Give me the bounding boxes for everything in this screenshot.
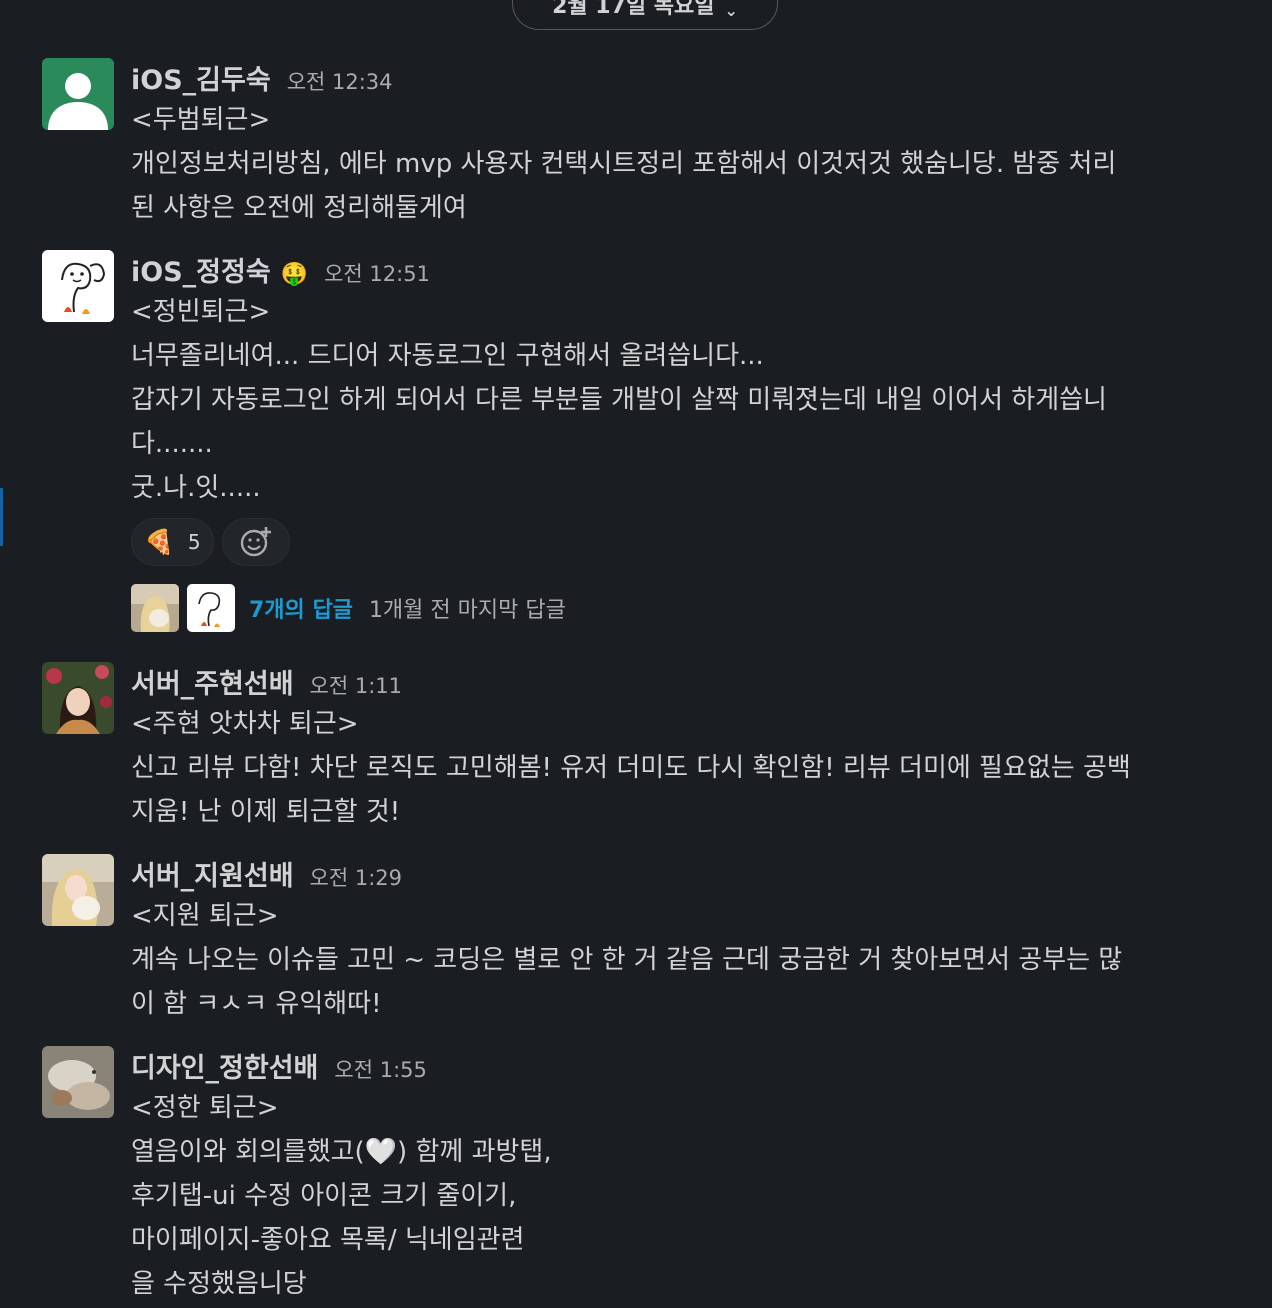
message-body: <두범퇴근> 개인정보처리방침, 에타 mvp 사용자 컨택시트정리 포함해서 … <box>131 98 1248 230</box>
author-name[interactable]: iOS_정정숙 <box>131 250 271 289</box>
message-body: <정한 퇴근> 열음이와 회의를했고(🤍) 함께 과방탭, 후기탭-ui 수정 … <box>131 1086 1248 1306</box>
thread-summary[interactable]: 7개의 답글 1개월 전 마지막 답글 <box>131 584 1248 632</box>
date-divider-button[interactable]: 2월 17일 목요일 ⌄ <box>512 0 778 30</box>
default-user-icon <box>42 58 114 130</box>
avatar[interactable] <box>42 1046 114 1118</box>
message-line: 계속 나오는 이슈들 고민 ~ 코딩은 별로 안 한 거 같음 근데 궁금한 거… <box>131 945 1123 975</box>
reactions-bar: 🍕 5 <box>131 518 1248 566</box>
message-line: 갑자기 자동로그인 하게 되어서 다른 부분들 개발이 살짝 미뤄졋는데 내일 … <box>131 385 1107 415</box>
message-body: <지원 퇴근> 계속 나오는 이슈들 고민 ~ 코딩은 별로 안 한 거 같음 … <box>131 894 1248 1026</box>
pizza-icon: 🍕 <box>144 528 174 556</box>
message-line: <정한 퇴근> <box>131 1093 279 1123</box>
avatar <box>187 584 235 632</box>
message-line: 이 함 ㅋㅅㅋ 유익해따! <box>131 989 382 1019</box>
author-name[interactable]: iOS_김두숙 <box>131 58 271 97</box>
message-line: <정빈퇴근> <box>131 297 271 327</box>
reaction-pizza[interactable]: 🍕 5 <box>131 518 214 566</box>
message-line: 지움! 난 이제 퇴근할 것! <box>131 797 401 827</box>
timestamp[interactable]: 오전 1:29 <box>310 862 402 892</box>
add-reaction-button[interactable] <box>221 518 290 566</box>
message-body: <정빈퇴근> 너무졸리네여... 드디어 자동로그인 구현해서 올려씁니다...… <box>131 290 1248 510</box>
message-line: 을 수정했음니당 <box>131 1269 307 1299</box>
chevron-down-icon: ⌄ <box>724 1 738 20</box>
avatar[interactable] <box>42 854 114 926</box>
avatar[interactable] <box>42 250 114 322</box>
status-emoji-icon[interactable]: 🤑 <box>281 262 308 287</box>
message-line: 된 사항은 오전에 정리해둘게여 <box>131 193 467 223</box>
thread-last-reply: 1개월 전 마지막 답글 <box>368 598 566 623</box>
author-name[interactable]: 디자인_정한선배 <box>131 1046 318 1085</box>
author-name[interactable]: 서버_지원선배 <box>131 854 294 893</box>
timestamp[interactable]: 오전 1:11 <box>310 670 402 700</box>
message-line: 너무졸리네여... 드디어 자동로그인 구현해서 올려씁니다... <box>131 341 764 371</box>
author-name[interactable]: 서버_주현선배 <box>131 662 294 701</box>
add-emoji-icon <box>240 527 271 557</box>
message-line: <지원 퇴근> <box>131 901 279 931</box>
message-line: <두범퇴근> <box>131 105 271 135</box>
message-line: 굿.나.잇..... <box>131 473 261 503</box>
thread-reply-count[interactable]: 7개의 답글 <box>249 592 353 624</box>
message-line: 마이페이지-좋아요 목록/ 닉네임관련 <box>131 1225 525 1255</box>
message-line: 신고 리뷰 다함! 차단 로직도 고민해봄! 유저 더미도 다시 확인함! 리뷰… <box>131 753 1131 783</box>
message-line: 열음이와 회의를했고(🤍) 함께 과방탭, <box>131 1137 552 1167</box>
unread-marker <box>0 488 3 546</box>
avatar[interactable] <box>42 58 114 130</box>
avatar[interactable] <box>42 662 114 734</box>
avatar <box>131 584 179 632</box>
message-line: 개인정보처리방침, 에타 mvp 사용자 컨택시트정리 포함해서 이것저것 했숨… <box>131 149 1117 179</box>
date-label: 2월 17일 목요일 <box>552 0 715 19</box>
message-line: <주현 앗차차 퇴근> <box>131 709 359 739</box>
timestamp[interactable]: 오전 1:55 <box>334 1054 426 1084</box>
timestamp[interactable]: 오전 12:51 <box>324 258 430 288</box>
message-body: <주현 앗차차 퇴근> 신고 리뷰 다함! 차단 로직도 고민해봄! 유저 더미… <box>131 702 1248 834</box>
message-line: 후기탭-ui 수정 아이콘 크기 줄이기, <box>131 1181 517 1211</box>
cartoon-avatar-icon <box>42 250 114 322</box>
reaction-count: 5 <box>187 530 201 554</box>
timestamp[interactable]: 오전 12:34 <box>287 66 393 96</box>
message-line: 다....... <box>131 429 213 459</box>
